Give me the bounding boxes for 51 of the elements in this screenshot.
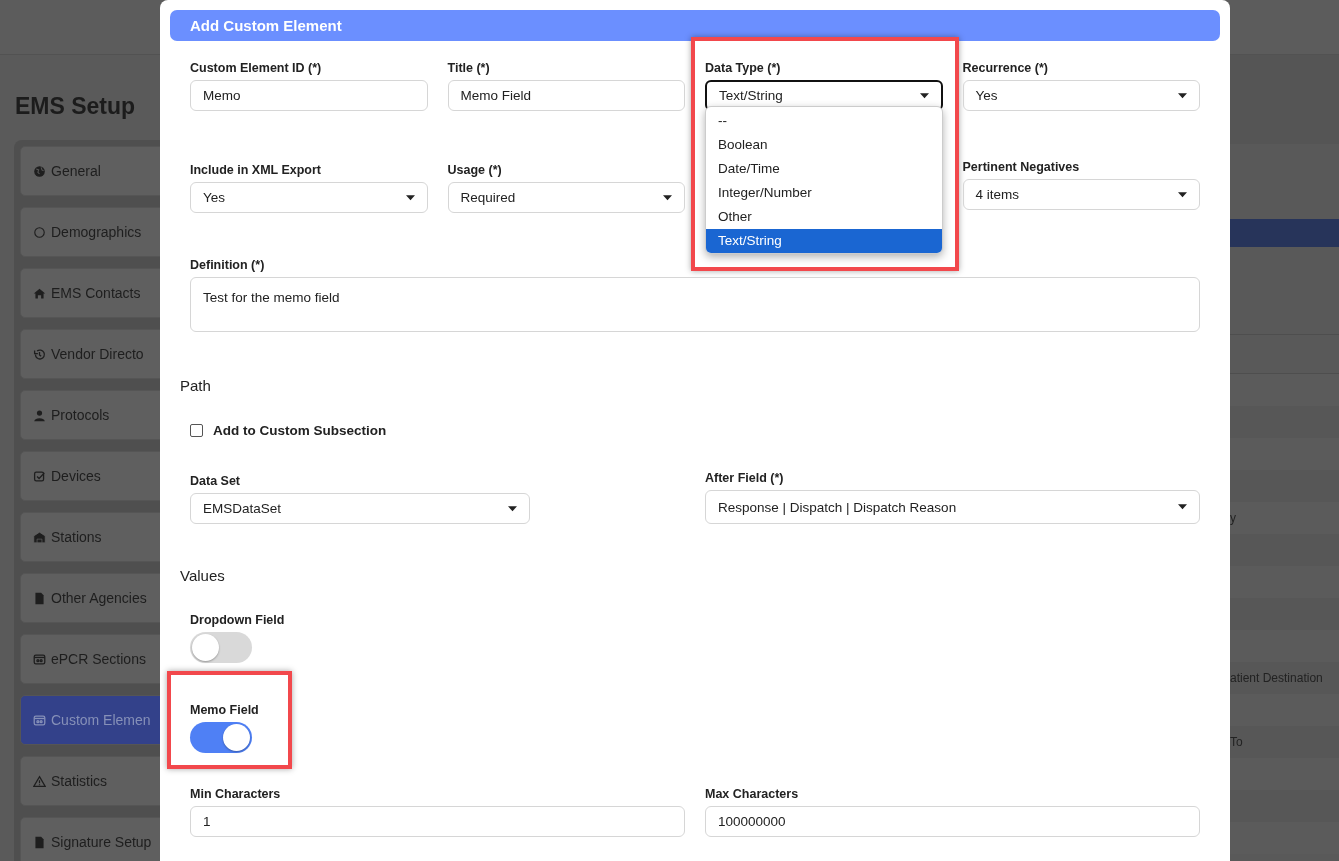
field-label: After Field (*)	[705, 471, 785, 485]
toggle-switch[interactable]	[190, 632, 252, 663]
dropdown-option[interactable]: --	[706, 109, 942, 133]
caret-icon	[1178, 504, 1187, 510]
caret-icon	[508, 505, 517, 512]
user-icon	[33, 408, 46, 422]
caret-icon	[663, 194, 672, 201]
field-label: Recurrence (*)	[962, 61, 1049, 75]
check-icon	[33, 469, 46, 483]
dropdown-option[interactable]: Boolean	[706, 133, 942, 157]
warn-icon	[33, 774, 46, 788]
field-label: Title (*)	[447, 61, 491, 75]
home-icon	[33, 286, 46, 300]
input-field[interactable]: 100000000	[705, 806, 1200, 837]
select-field[interactable]: EMSDataSet	[190, 493, 530, 524]
history-icon	[33, 347, 46, 361]
checkbox[interactable]	[190, 424, 203, 437]
field-label: Data Type (*)	[705, 61, 782, 75]
modal-title: Add Custom Element	[190, 17, 342, 34]
field-label: Pertinent Negatives	[962, 160, 1081, 174]
dropdown-option[interactable]: Text/String	[706, 229, 942, 253]
text-area[interactable]: Test for the memo field	[190, 277, 1200, 332]
dropdown-option[interactable]: Other	[706, 205, 942, 229]
field-label: Custom Element ID (*)	[190, 61, 323, 75]
cal-icon	[33, 652, 46, 666]
select-field[interactable]: Yes	[190, 182, 428, 213]
select-field[interactable]: Yes	[962, 80, 1200, 111]
caret-icon	[405, 194, 415, 201]
doc-icon	[33, 835, 46, 849]
select-field[interactable]: 4 items	[962, 179, 1200, 210]
table-cell: y	[1230, 511, 1236, 525]
caret-icon	[1178, 92, 1187, 99]
doc-icon	[33, 591, 46, 605]
dropdown-option[interactable]: Date/Time	[706, 157, 942, 181]
input-field[interactable]: 1	[190, 806, 685, 837]
house-icon	[33, 530, 46, 544]
dropdown-option[interactable]: Integer/Number	[706, 181, 942, 205]
select-field[interactable]: Response | Dispatch | Dispatch Reason	[705, 490, 1200, 524]
select-field[interactable]: Required	[447, 182, 685, 213]
caret-icon	[1178, 191, 1187, 198]
input-field[interactable]: Memo	[190, 80, 428, 111]
circle-icon	[33, 225, 46, 239]
field-label: Usage (*)	[447, 163, 503, 177]
field-label: Max Characters	[705, 787, 800, 801]
globe-icon	[33, 164, 46, 178]
page-title: EMS Setup	[15, 93, 137, 120]
toggle-switch[interactable]	[190, 722, 252, 753]
input-field[interactable]: Memo Field	[447, 80, 685, 111]
checkbox-label: Add to Custom Subsection	[213, 423, 387, 438]
cal-icon	[33, 713, 46, 727]
caret-icon	[919, 92, 929, 99]
